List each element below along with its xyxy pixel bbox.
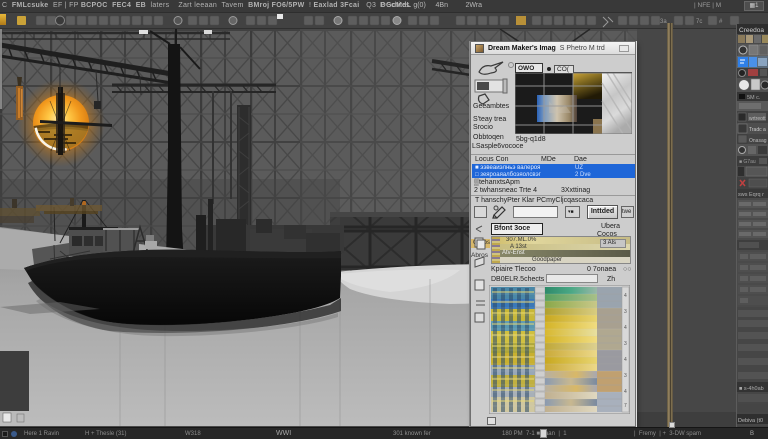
svg-text:4: 4 bbox=[624, 389, 627, 395]
svg-text:4: 4 bbox=[624, 325, 627, 331]
svg-text:Creedoa: Creedoa bbox=[739, 27, 764, 34]
svg-text:■ G7au: ■ G7au bbox=[739, 159, 756, 165]
svg-text:sws Eqrq r: sws Eqrq r bbox=[738, 192, 764, 198]
svg-text:■ s-4h0ab: ■ s-4h0ab bbox=[739, 386, 764, 392]
svg-text:4: 4 bbox=[624, 357, 627, 363]
svg-text:4: 4 bbox=[624, 293, 627, 299]
svg-text:3: 3 bbox=[624, 341, 627, 347]
svg-text:7: 7 bbox=[624, 403, 627, 409]
svg-text:Debiva (t0: Debiva (t0 bbox=[738, 418, 763, 424]
svg-text:3: 3 bbox=[624, 309, 627, 315]
svg-text:#: # bbox=[719, 19, 723, 25]
svg-text:5M c.: 5M c. bbox=[747, 95, 761, 101]
svg-text:7c: 7c bbox=[696, 19, 702, 25]
svg-text:wrtreott: wrtreott bbox=[749, 116, 766, 122]
svg-text:Tradc a: Tradc a bbox=[749, 127, 766, 133]
svg-text:Onasag: Onasag bbox=[749, 138, 767, 144]
svg-text:3: 3 bbox=[624, 373, 627, 379]
